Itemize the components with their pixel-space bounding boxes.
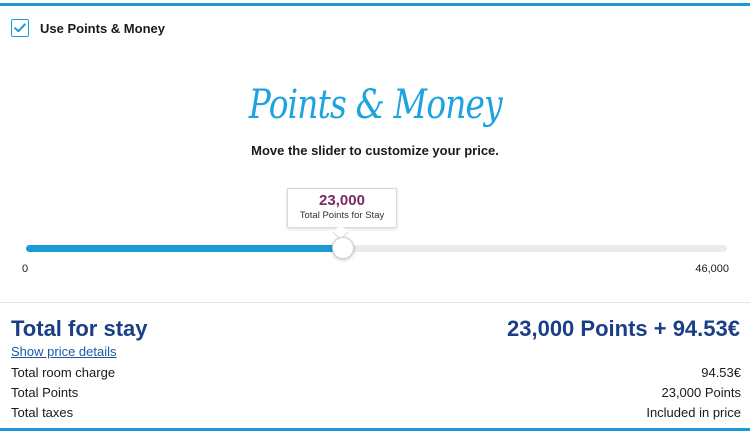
slider-min-label: 0 — [22, 263, 29, 275]
bottom-accent-rule — [0, 428, 750, 431]
room-charge-value: 94.53€ — [701, 365, 741, 380]
room-charge-label: Total room charge — [11, 365, 116, 380]
use-points-money-checkbox[interactable] — [11, 19, 29, 37]
points-slider-track[interactable] — [26, 245, 727, 252]
breakdown-row-taxes: Total taxes Included in price — [11, 403, 741, 423]
tooltip-points-value: 23,000 — [319, 192, 365, 209]
slider-instruction: Move the slider to customize your price. — [251, 143, 499, 158]
points-slider-fill — [26, 245, 341, 252]
show-price-details-link[interactable]: Show price details — [11, 344, 117, 359]
total-for-stay-heading: Total for stay — [11, 316, 148, 341]
checkmark-icon — [14, 23, 26, 33]
total-points-value: 23,000 Points — [661, 385, 741, 400]
points-money-logo: Points & Money — [248, 82, 502, 128]
total-taxes-label: Total taxes — [11, 405, 74, 420]
total-points-label: Total Points — [11, 385, 79, 400]
top-accent-rule — [0, 3, 750, 6]
tooltip-points-caption: Total Points for Stay — [299, 210, 385, 221]
total-taxes-value: Included in price — [646, 405, 741, 420]
use-points-money-label: Use Points & Money — [40, 20, 165, 36]
total-price: 23,000 Points + 94.53€ — [507, 316, 740, 341]
points-slider-handle[interactable] — [332, 237, 354, 259]
points-money-logo-wrap: Points & Money — [0, 82, 750, 128]
slider-value-tooltip: 23,000 Total Points for Stay — [287, 188, 397, 228]
use-points-money-toggle[interactable]: Use Points & Money — [11, 19, 165, 37]
breakdown-row-points: Total Points 23,000 Points — [11, 383, 741, 403]
section-divider — [0, 302, 750, 303]
price-breakdown: Total room charge 94.53€ Total Points 23… — [11, 363, 741, 423]
slider-max-label: 46,000 — [695, 263, 729, 275]
breakdown-row-room-charge: Total room charge 94.53€ — [11, 363, 741, 383]
